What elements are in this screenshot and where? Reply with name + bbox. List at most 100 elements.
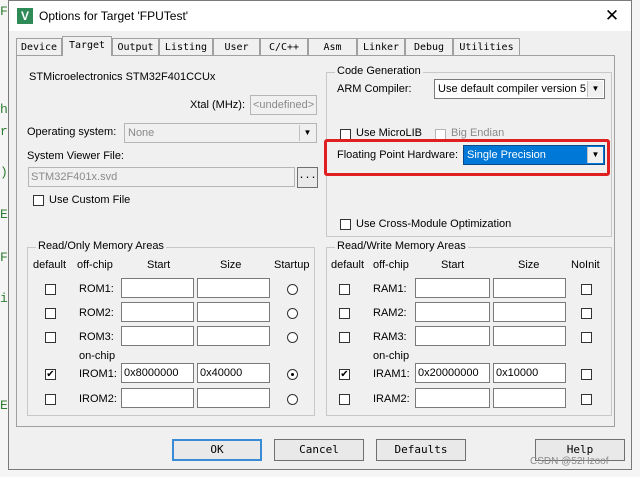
startup-radio[interactable] (287, 394, 298, 405)
browse-button[interactable]: ... (297, 167, 318, 188)
rw-start-input[interactable] (415, 326, 490, 346)
custom-file-label: Use Custom File (49, 194, 131, 206)
rw-header-offchip: off-chip (373, 259, 409, 271)
ro-header-start: Start (147, 259, 171, 271)
rw-default-checkbox[interactable]: ✔ (339, 369, 350, 380)
svf-input[interactable]: STM32F401x.svd (28, 167, 295, 187)
rw-onchip-label: on-chip (373, 350, 410, 362)
editor-char: F (0, 250, 8, 265)
rw-row-name: IRAM1: (373, 368, 410, 380)
ro-default-checkbox[interactable] (45, 284, 56, 295)
ro-start-input[interactable]: 0x8000000 (121, 363, 194, 383)
rw-default-checkbox[interactable] (339, 308, 350, 319)
editor-char: r (0, 124, 8, 139)
rw-start-input[interactable]: 0x20000000 (415, 363, 490, 383)
rw-default-checkbox[interactable] (339, 394, 350, 405)
rw-size-input[interactable] (493, 302, 566, 322)
ro-header-default: default (33, 259, 67, 271)
editor-char: i (0, 291, 8, 306)
chevron-down-icon[interactable]: ▼ (587, 81, 603, 97)
ro-row-name: IROM2: (79, 393, 117, 405)
readwrite-memory-title: Read/Write Memory Areas (335, 240, 468, 252)
noinit-checkbox[interactable] (581, 284, 592, 295)
os-value: None (128, 127, 155, 139)
rw-row-name: RAM2: (373, 307, 407, 319)
ro-start-input[interactable] (121, 278, 194, 298)
noinit-checkbox[interactable] (581, 308, 592, 319)
ro-start-input[interactable] (121, 388, 194, 408)
tab-listing[interactable]: Listing (159, 38, 213, 55)
microlib-label: Use MicroLIB (356, 127, 423, 139)
rw-size-input[interactable]: 0x10000 (493, 363, 566, 383)
rw-row-name: RAM3: (373, 331, 407, 343)
ro-default-checkbox[interactable]: ✔ (45, 369, 56, 380)
ro-row-name: ROM3: (79, 331, 114, 343)
rw-size-input[interactable] (493, 326, 566, 346)
rw-default-checkbox[interactable] (339, 284, 350, 295)
tab-output[interactable]: Output (112, 38, 159, 55)
noinit-checkbox[interactable] (581, 394, 592, 405)
watermark: CSDN @52Hzoof (530, 456, 609, 467)
ro-default-checkbox[interactable] (45, 332, 56, 343)
title-bar[interactable]: V Options for Target 'FPUTest' ✕ (9, 1, 631, 31)
noinit-checkbox[interactable] (581, 369, 592, 380)
dialog-title: Options for Target 'FPUTest' (39, 9, 189, 23)
ro-size-input[interactable] (197, 278, 270, 298)
tab-user[interactable]: User (213, 38, 260, 55)
editor-char: F (0, 4, 8, 19)
cancel-button[interactable]: Cancel (274, 439, 364, 461)
startup-radio[interactable] (287, 308, 298, 319)
ro-header-startup: Startup (274, 259, 310, 271)
cross-module-label: Use Cross-Module Optimization (356, 218, 512, 230)
rw-start-input[interactable] (415, 302, 490, 322)
ro-header-offchip: off-chip (77, 259, 113, 271)
custom-file-checkbox[interactable] (33, 195, 44, 206)
defaults-button[interactable]: Defaults (376, 439, 466, 461)
editor-char: h (0, 102, 8, 117)
ro-size-input[interactable] (197, 326, 270, 346)
svf-label: System Viewer File: (27, 150, 124, 162)
editor-char: ) (0, 165, 8, 180)
ro-default-checkbox[interactable] (45, 308, 56, 319)
keil-uvision-icon: V (17, 8, 33, 24)
ro-default-checkbox[interactable] (45, 394, 56, 405)
os-select[interactable]: None ▼ (124, 123, 317, 143)
rw-size-input[interactable] (493, 388, 566, 408)
tab-c-cpp[interactable]: C/C++ (260, 38, 308, 55)
rw-start-input[interactable] (415, 278, 490, 298)
ro-start-input[interactable] (121, 302, 194, 322)
ro-onchip-label: on-chip (79, 350, 116, 362)
rw-default-checkbox[interactable] (339, 332, 350, 343)
ro-row-name: ROM2: (79, 307, 114, 319)
readonly-memory-title: Read/Only Memory Areas (36, 240, 166, 252)
startup-radio[interactable] (287, 369, 298, 380)
ro-size-input[interactable] (197, 388, 270, 408)
close-icon[interactable]: ✕ (597, 3, 627, 29)
tab-utilities[interactable]: Utilities (453, 38, 520, 55)
rw-start-input[interactable] (415, 388, 490, 408)
chevron-down-icon[interactable]: ▼ (299, 125, 315, 141)
tab-device[interactable]: Device (16, 38, 62, 55)
ro-start-input[interactable] (121, 326, 194, 346)
arm-compiler-select[interactable]: Use default compiler version 5 ▼ (434, 79, 605, 99)
ro-size-input[interactable] (197, 302, 270, 322)
tab-debug[interactable]: Debug (405, 38, 453, 55)
startup-radio[interactable] (287, 284, 298, 295)
ro-size-input[interactable]: 0x40000 (197, 363, 270, 383)
tab-target[interactable]: Target (62, 36, 112, 56)
ro-row-name: ROM1: (79, 283, 114, 295)
rw-size-input[interactable] (493, 278, 566, 298)
rw-header-size: Size (518, 259, 540, 271)
editor-char: E (0, 398, 8, 413)
xtal-input[interactable]: <undefined> (250, 95, 317, 115)
noinit-checkbox[interactable] (581, 332, 592, 343)
os-label: Operating system: (27, 126, 117, 138)
startup-radio[interactable] (287, 332, 298, 343)
xtal-label: Xtal (MHz): (190, 99, 245, 111)
tab-asm[interactable]: Asm (308, 38, 357, 55)
rw-header-start: Start (441, 259, 465, 271)
tab-linker[interactable]: Linker (357, 38, 405, 55)
arm-compiler-value: Use default compiler version 5 (438, 83, 586, 95)
cross-module-checkbox[interactable] (340, 219, 351, 230)
ok-button[interactable]: OK (172, 439, 262, 461)
